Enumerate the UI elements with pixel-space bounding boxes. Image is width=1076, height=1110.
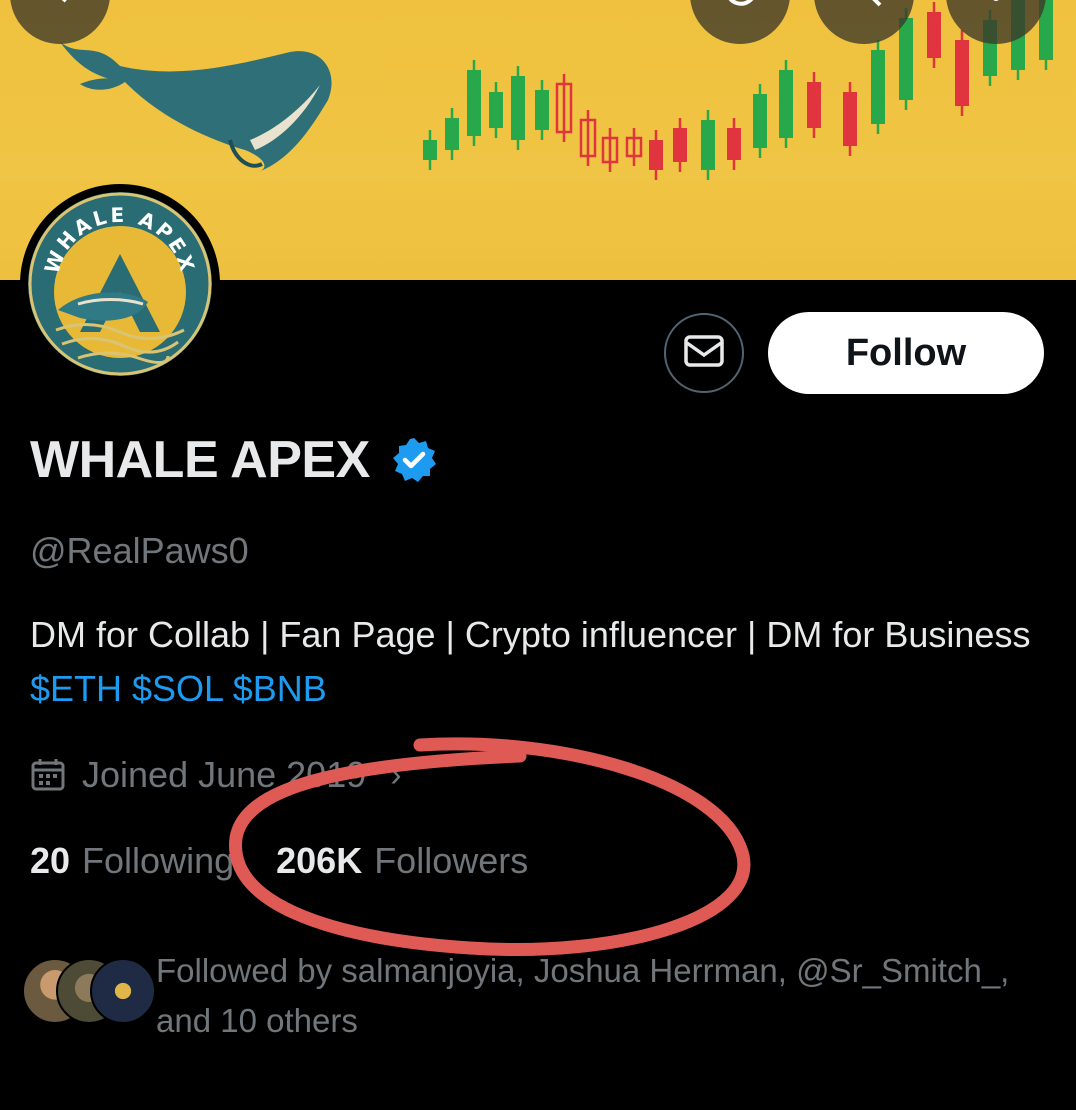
- chevron-right-icon: ›: [390, 755, 402, 794]
- joined-date: Joined June 2019: [82, 754, 367, 795]
- joined-row[interactable]: Joined June 2019 ›: [30, 754, 402, 796]
- message-button[interactable]: [664, 313, 744, 393]
- candle-body: [779, 70, 793, 138]
- candle-body: [673, 128, 687, 162]
- candle-body: [753, 94, 767, 148]
- bio: DM for Collab | Fan Page | Crypto influe…: [30, 608, 1050, 716]
- verified-badge-icon: [392, 438, 436, 482]
- followers-stat[interactable]: 206K Followers: [276, 840, 528, 882]
- candle-body: [489, 92, 503, 128]
- back-arrow-icon: [40, 0, 80, 19]
- candle-body: [955, 40, 969, 106]
- candle-body: [843, 92, 857, 146]
- candle-body: [701, 120, 715, 170]
- avatar-logo: WHALE APEX: [28, 192, 212, 376]
- candle-body: [467, 70, 481, 136]
- candle-body: [423, 140, 437, 160]
- more-vertical-icon: [986, 0, 1006, 21]
- candle-body: [649, 140, 663, 170]
- mutual-followers-avatars[interactable]: [22, 958, 156, 1024]
- followed-by-text[interactable]: Followed by salmanjoyia, Joshua Herrman,…: [156, 946, 1036, 1046]
- followers-count: 206K: [276, 840, 363, 881]
- bio-cashtags[interactable]: $ETH $SOL $BNB: [30, 668, 327, 709]
- follow-stats: 20 Following 206K Followers: [30, 840, 528, 882]
- handle: @RealPaws0: [30, 530, 249, 571]
- candle-body: [727, 128, 741, 160]
- following-count: 20: [30, 840, 71, 881]
- display-name: WHALE APEX: [30, 431, 370, 489]
- calendar-icon: [31, 759, 65, 791]
- whale-illustration: [60, 42, 332, 172]
- refresh-icon: [718, 0, 762, 21]
- envelope-icon: [682, 331, 726, 376]
- follow-button[interactable]: Follow: [768, 312, 1044, 394]
- candle-body: [511, 76, 525, 140]
- candle-body: [871, 50, 885, 124]
- profile-avatar[interactable]: WHALE APEX: [20, 184, 220, 384]
- following-stat[interactable]: 20 Following: [30, 840, 234, 882]
- candle-body: [535, 90, 549, 130]
- name-row: WHALE APEX: [30, 430, 438, 490]
- bio-text: DM for Collab | Fan Page | Crypto influe…: [30, 614, 1031, 655]
- candle-body: [899, 18, 913, 100]
- following-label: Following: [82, 840, 235, 881]
- search-icon: [842, 0, 886, 21]
- followers-label: Followers: [374, 840, 529, 881]
- avatar: [90, 958, 156, 1024]
- candle-body: [445, 118, 459, 150]
- candle-body: [927, 12, 941, 58]
- candle-body: [807, 82, 821, 128]
